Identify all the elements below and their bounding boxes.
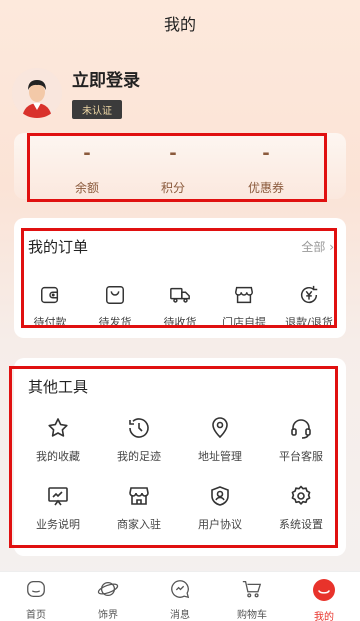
- order-pending-payment[interactable]: 待付款: [17, 284, 83, 330]
- cart-icon: [242, 581, 262, 598]
- tools-title: 其他工具: [28, 378, 89, 396]
- balance-card: - 余额 - 积分 - 优惠券: [14, 133, 346, 199]
- order-store-pickup[interactable]: 门店自提: [211, 284, 277, 330]
- tool-item-label: 我的收藏: [36, 450, 80, 463]
- planet-icon: [97, 581, 119, 597]
- tool-customer-service[interactable]: 平台客服: [268, 416, 334, 464]
- tab-label: 首页: [26, 610, 46, 621]
- profile-section[interactable]: 立即登录 未认证: [12, 66, 140, 119]
- star-icon: [48, 418, 68, 437]
- tool-item-label: 系统设置: [279, 518, 323, 531]
- points-stat[interactable]: - 积分: [133, 141, 213, 196]
- coupon-value: -: [262, 143, 270, 164]
- orders-card: 我的订单 全部 › 待付款 待发货 待收货 门店自提 退款/退货: [14, 218, 346, 338]
- tool-item-label: 商家入驻: [117, 518, 161, 531]
- orders-title: 我的订单: [28, 238, 89, 256]
- tool-footprints[interactable]: 我的足迹: [106, 416, 172, 464]
- order-item-label: 待付款: [33, 316, 67, 329]
- order-refund[interactable]: 退款/退货: [276, 284, 342, 330]
- tab-messages[interactable]: 消息: [144, 572, 216, 621]
- order-pending-receipt[interactable]: 待收货: [147, 284, 213, 330]
- bottom-tab-bar: 首页 饰界 消息 购物车 我的: [0, 571, 360, 621]
- tool-item-label: 平台客服: [279, 450, 323, 463]
- shop-icon: [129, 487, 149, 505]
- tool-favorites[interactable]: 我的收藏: [25, 416, 91, 464]
- gear-icon: [291, 485, 311, 505]
- coupon-stat[interactable]: - 优惠券: [226, 141, 306, 196]
- points-label: 积分: [160, 181, 185, 195]
- order-item-label: 待收货: [163, 316, 197, 329]
- tab-cart[interactable]: 购物车: [216, 572, 288, 621]
- tool-item-label: 用户协议: [198, 518, 242, 531]
- store-icon: [235, 286, 253, 304]
- refund-icon: [301, 285, 318, 304]
- truck-icon: [170, 287, 190, 303]
- balance-label: 余额: [74, 181, 99, 195]
- tab-profile[interactable]: 我的: [288, 572, 360, 621]
- wallet-icon: [41, 286, 59, 304]
- tools-card: 其他工具 我的收藏 我的足迹 地址管理 平台客服 业务说明 商家入驻 用户协议 …: [14, 358, 346, 556]
- tool-user-agreement[interactable]: 用户协议: [187, 484, 253, 532]
- order-item-label: 待发货: [98, 316, 132, 329]
- tool-business-info[interactable]: 业务说明: [25, 484, 91, 532]
- points-value: -: [169, 143, 177, 164]
- tab-home[interactable]: 首页: [0, 572, 72, 621]
- order-item-label: 门店自提: [222, 316, 266, 329]
- home-icon: [27, 581, 45, 597]
- tab-label: 消息: [170, 610, 190, 621]
- tool-item-label: 我的足迹: [117, 450, 161, 463]
- location-icon: [212, 417, 228, 439]
- chart-board-icon: [48, 487, 68, 506]
- avatar[interactable]: [12, 67, 62, 118]
- shield-user-icon: [211, 486, 229, 506]
- history-icon: [129, 418, 149, 438]
- tab-label: 我的: [314, 612, 334, 621]
- tool-item-label: 地址管理: [198, 450, 242, 463]
- balance-value: -: [83, 143, 91, 164]
- balance-stat[interactable]: - 余额: [47, 141, 127, 196]
- status-badge: 未认证: [72, 100, 122, 119]
- order-item-label: 退款/退货: [285, 316, 333, 329]
- tool-item-label: 业务说明: [36, 518, 80, 531]
- tool-settings[interactable]: 系统设置: [268, 484, 334, 532]
- tab-label: 购物车: [237, 610, 267, 621]
- orders-all-link[interactable]: 全部 ›: [301, 238, 334, 255]
- page-title: 我的: [163, 15, 196, 34]
- tool-address[interactable]: 地址管理: [187, 416, 253, 464]
- headset-icon: [291, 419, 311, 439]
- tab-discover[interactable]: 饰界: [72, 572, 144, 621]
- bag-icon: [106, 286, 124, 304]
- user-icon: [313, 579, 335, 601]
- tool-merchant-join[interactable]: 商家入驻: [106, 484, 172, 532]
- order-pending-shipment[interactable]: 待发货: [82, 284, 148, 330]
- tab-label: 饰界: [98, 610, 118, 621]
- message-icon: [171, 580, 190, 599]
- coupon-label: 优惠券: [247, 181, 284, 195]
- login-link[interactable]: 立即登录: [72, 66, 140, 91]
